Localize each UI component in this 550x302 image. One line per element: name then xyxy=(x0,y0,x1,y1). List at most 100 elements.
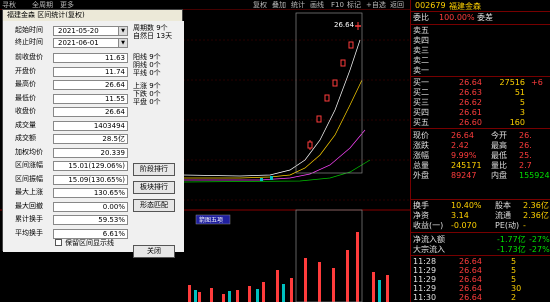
tick-price: 26.64 xyxy=(459,275,482,284)
stat-label: 累计换手 xyxy=(15,215,43,223)
dialog-body: 起始时间 2021-05-20 ▼ 终止时间 2021-06-01 ▼ 周期数 … xyxy=(3,21,184,258)
svg-text:箭图五项: 箭图五项 xyxy=(199,216,223,224)
candle-type-stats: 阳线 9个 阴线 0个 平线 0个 xyxy=(133,53,161,77)
tick-time: 11:28 xyxy=(413,257,437,266)
buy-change: +6 xyxy=(531,78,543,87)
weicha-label: 委差 xyxy=(477,13,493,22)
cycle-info: 周期数 9个 自然日 13天 xyxy=(133,24,173,40)
stat-row: 区间振幅 15.09(130.65%) xyxy=(3,174,131,185)
quote-header: 002679 福建金森 xyxy=(411,0,550,12)
stat-row: 最大上涨 130.65% xyxy=(3,187,131,198)
sector-rank-button[interactable]: 板块排行 xyxy=(133,181,175,194)
price-label: 26.64 xyxy=(334,21,355,29)
toolbar-fuquan[interactable]: 复权 xyxy=(253,0,267,10)
stat-value: 28.5亿 xyxy=(53,134,128,144)
quote-stat2-label: 净资 xyxy=(413,211,429,220)
tick-row: 11:28 26.64 5 xyxy=(411,257,550,266)
stat-value: 11.55 xyxy=(53,93,128,104)
quote-stat-row: 外盘 89247 内盘 155924 xyxy=(411,171,550,181)
buy-label: 买三 xyxy=(413,98,429,107)
flow-value: -1.73亿 xyxy=(497,245,526,254)
dialog-title[interactable]: 福建金森 区间统计(复权) xyxy=(3,10,182,21)
buy-price: 26.60 xyxy=(459,118,482,127)
stat-value: 11.63 xyxy=(53,53,128,63)
buy-level[interactable]: 买五 26.60 160 xyxy=(411,118,550,128)
flow-value: -1.77亿 xyxy=(497,235,526,244)
stat-value: 130.65% xyxy=(53,188,128,198)
stage-rank-button[interactable]: 阶段排行 xyxy=(133,163,175,176)
buy-level[interactable]: 买一 26.64 27516 +6 xyxy=(411,78,550,88)
sell-level[interactable]: 卖一 xyxy=(411,66,550,76)
quote-stat-value: 26. xyxy=(519,131,532,140)
tick-time: 11:30 xyxy=(413,293,437,302)
tick-row: 11:29 26.64 5 xyxy=(411,266,550,275)
toolbar-diejia[interactable]: 叠加 xyxy=(272,0,286,10)
close-button[interactable]: 关闭 xyxy=(133,245,175,258)
stat-label: 前收盘价 xyxy=(15,53,43,61)
stat-label: 开盘价 xyxy=(15,66,36,75)
buy-volume: 160 xyxy=(509,118,525,127)
stat-row: 区间涨幅 15.01(129.06%) xyxy=(3,160,131,171)
sell-level[interactable]: 卖四 xyxy=(411,36,550,46)
buy-label: 买四 xyxy=(413,108,429,117)
quote-stat2-row: 收益(一) -0.070 PE(动) - xyxy=(411,221,550,231)
quote-stat-value: 25. xyxy=(519,151,532,160)
quote-panel: 002679 福建金森 委比 100.00% 委差 卖五 卖四 卖三 卖二 卖一 xyxy=(410,0,550,302)
stat-row: 平均换手 6.61% xyxy=(3,228,131,239)
quote-stat-value: 89247 xyxy=(451,171,477,180)
buy-level[interactable]: 买二 26.63 51 xyxy=(411,88,550,98)
pattern-match-button[interactable]: 形态匹配 xyxy=(133,199,175,212)
quote-stat-value: 26.64 xyxy=(451,131,474,140)
tick-row: 11:29 26.64 30 xyxy=(411,284,550,293)
quote-stat2-label: 股本 xyxy=(495,201,511,210)
weibi-value: 100.00% xyxy=(439,13,475,22)
quote-stat-label: 外盘 xyxy=(413,171,429,180)
stat-label: 平均换手 xyxy=(15,228,43,237)
quote-stat-value: 26. xyxy=(519,141,532,150)
quote-stat2-row: 净资 3.14 流通 2.36亿 xyxy=(411,211,550,221)
buy-volume: 51 xyxy=(514,88,525,97)
quote-stat-row: 总量 245171 量比 2.7 xyxy=(411,161,550,171)
buy-level[interactable]: 买三 26.62 5 xyxy=(411,98,550,108)
start-date-field[interactable]: 2021-05-20 ▼ xyxy=(53,26,128,36)
toolbar-biaoji[interactable]: 标记 xyxy=(347,0,361,10)
flow-row: 大宗流入 -1.73亿 -27% xyxy=(411,245,550,255)
toolbar-fanhui[interactable]: 返回 xyxy=(390,0,404,10)
sell-level[interactable]: 卖二 xyxy=(411,56,550,66)
flow-pct: -27% xyxy=(529,245,550,254)
stat-label: 最高价 xyxy=(15,80,36,88)
stat-value: 6.61% xyxy=(53,228,128,239)
quote-stat-label: 涨跌 xyxy=(413,141,429,150)
chevron-down-icon[interactable]: ▼ xyxy=(118,39,127,47)
quote-stat-label: 今开 xyxy=(491,131,507,140)
toolbar-huaxian[interactable]: 画线 xyxy=(310,0,324,10)
flow-label: 净流入额 xyxy=(413,235,445,244)
buy-volume: 3 xyxy=(519,108,525,117)
chevron-down-icon[interactable]: ▼ xyxy=(118,27,127,35)
quote-stat-value: 245171 xyxy=(451,161,482,170)
buy-volume: 5 xyxy=(519,98,525,107)
toolbar-tongji[interactable]: 统计 xyxy=(291,0,305,10)
buy-level[interactable]: 买四 26.61 3 xyxy=(411,108,550,118)
sell-level[interactable]: 卖五 xyxy=(411,26,550,36)
quote-stat2-label: 流通 xyxy=(495,211,511,220)
quote-stat2-value: - xyxy=(523,221,526,230)
toolbar-zixuan[interactable]: +自选 xyxy=(366,0,386,10)
flow-row: 净流入额 -1.77亿 -27% xyxy=(411,235,550,245)
stat-value: 1403494 xyxy=(53,120,128,131)
end-date-field[interactable]: 2021-06-01 ▼ xyxy=(53,38,128,48)
stat-row: 累计换手 59.53% xyxy=(3,214,131,225)
tick-volume: 30 xyxy=(511,284,522,293)
quote-stat2-value: -0.070 xyxy=(451,221,477,230)
buy-label: 买五 xyxy=(413,118,429,127)
stat-label: 成交量 xyxy=(15,120,36,129)
stock-code: 002679 xyxy=(415,1,446,10)
quote-stat2-label: 收益(一) xyxy=(413,221,444,230)
sell-label: 卖二 xyxy=(413,56,429,65)
keep-line-checkbox[interactable] xyxy=(55,239,62,246)
toolbar-f10[interactable]: F10 xyxy=(331,0,344,10)
sell-level[interactable]: 卖三 xyxy=(411,46,550,56)
quote-stat-value: 9.99% xyxy=(451,151,477,160)
tick-time: 11:29 xyxy=(413,284,437,293)
tick-row: 11:30 26.64 2 xyxy=(411,293,550,302)
